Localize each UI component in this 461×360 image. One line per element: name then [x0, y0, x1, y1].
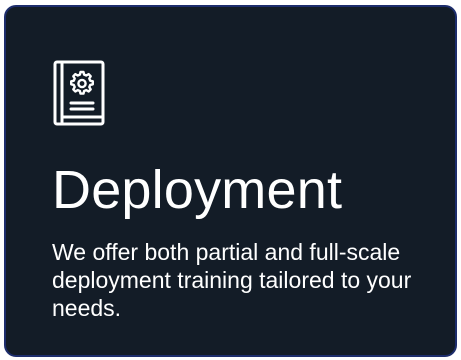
deployment-card: Deployment We offer both partial and ful… — [4, 5, 457, 357]
book-gear-icon — [51, 59, 107, 131]
card-description: We offer both partial and full-scale dep… — [52, 239, 412, 321]
card-title: Deployment — [52, 160, 343, 220]
